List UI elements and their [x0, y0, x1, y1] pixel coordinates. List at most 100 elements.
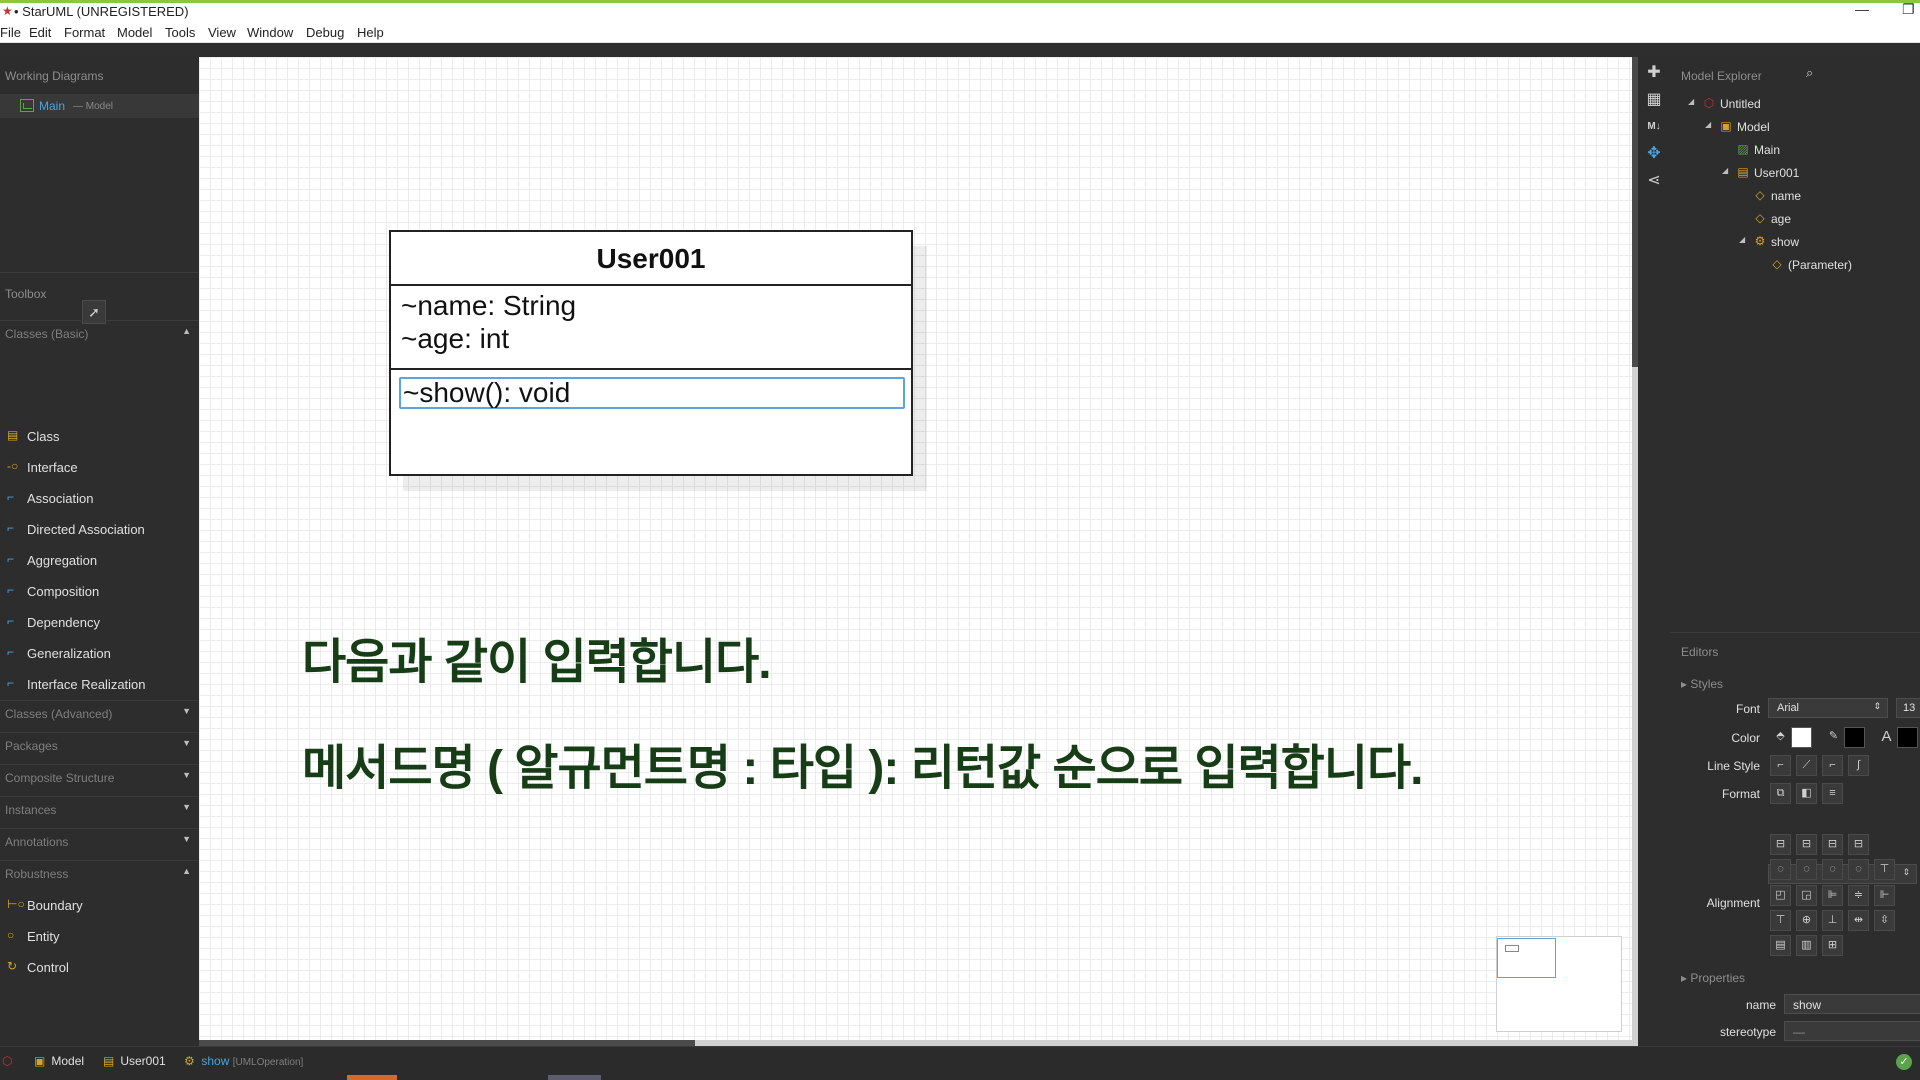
property-name-input[interactable]: show [1784, 994, 1920, 1014]
fill-color-swatch[interactable] [1791, 727, 1812, 748]
diagram-canvas[interactable] [199, 57, 1632, 1046]
show-namespace-icon[interactable]: ◌ [1796, 859, 1817, 880]
tool-association[interactable]: ⌐ Association [0, 486, 199, 510]
toolbox-section-composite-structure[interactable]: Composite Structure ▼ [0, 764, 199, 790]
suppress-attributes-icon[interactable]: ⊟ [1770, 834, 1791, 855]
toolbox-section-robustness[interactable]: Robustness ▲ [0, 860, 199, 886]
menu-debug[interactable]: Debug [306, 25, 344, 40]
tree-label: (Parameter) [1788, 258, 1853, 272]
menu-file[interactable]: File [0, 25, 21, 40]
bring-to-front-icon[interactable]: ◰ [1770, 885, 1791, 906]
toolbox-section-classes-basic[interactable]: Classes (Basic) ▲ [0, 320, 199, 346]
attribute-name[interactable]: ~name: String [401, 290, 576, 322]
tool-interface[interactable]: -○ Interface [0, 455, 199, 479]
line-style-oblique-icon[interactable]: ⟋ [1796, 755, 1817, 776]
align-center-icon[interactable]: ≑ [1848, 885, 1869, 906]
font-color-swatch[interactable] [1897, 727, 1918, 748]
working-diagram-item-main[interactable]: Main — Model [0, 94, 199, 118]
operation-inline-editor[interactable]: ~show(): void [399, 377, 905, 409]
palette-icon[interactable]: ▦ [1644, 90, 1664, 110]
breadcrumb-user001[interactable]: ▤ User001 [103, 1054, 166, 1068]
line-color-icon[interactable]: ✎ [1823, 727, 1844, 748]
property-stereotype-input[interactable]: — [1784, 1021, 1920, 1041]
tool-interface-realization[interactable]: ⌐ Interface Realization [0, 672, 199, 696]
show-type-icon[interactable]: ◌ [1848, 859, 1869, 880]
menu-model[interactable]: Model [117, 25, 152, 40]
suppress-literals-icon[interactable]: ⊟ [1848, 834, 1869, 855]
styles-group-toggle[interactable]: ▸ Styles [1681, 677, 1723, 691]
align-middle-icon[interactable]: ⊕ [1796, 910, 1817, 931]
font-size-input[interactable]: 13 [1896, 698, 1920, 718]
word-wrap-icon[interactable]: ≡ [1822, 783, 1843, 804]
toolbox-section-packages[interactable]: Packages ▼ [0, 732, 199, 758]
send-to-back-icon[interactable]: ◲ [1796, 885, 1817, 906]
menu-help[interactable]: Help [357, 25, 384, 40]
font-family-select[interactable]: Arial ⇕ [1768, 698, 1888, 718]
tree-expand-icon[interactable]: ◢ [1688, 97, 1694, 106]
fill-color-icon[interactable]: ⬘ [1770, 727, 1791, 748]
check-icon[interactable]: ✓ [1896, 1054, 1912, 1070]
model-explorer-search[interactable]: ⌕ [1806, 65, 1920, 85]
toolbox-section-annotations[interactable]: Annotations ▼ [0, 828, 199, 854]
set-height-equally-icon[interactable]: ▥ [1796, 935, 1817, 956]
tree-expand-icon[interactable]: ◢ [1705, 120, 1711, 129]
line-color-swatch[interactable] [1844, 727, 1865, 748]
class-name-compartment[interactable]: User001 [391, 232, 911, 286]
align-top-icon[interactable]: ⊤ [1770, 910, 1791, 931]
suppress-operations-icon[interactable]: ⊟ [1796, 834, 1817, 855]
menu-view[interactable]: View [208, 25, 236, 40]
restore-button[interactable]: ❐ [1902, 1, 1915, 18]
font-color-icon[interactable]: A [1876, 727, 1897, 748]
breadcrumb-show[interactable]: ⚙ show [UMLOperation] [184, 1054, 303, 1068]
tool-entity[interactable]: ○ Entity [0, 924, 199, 948]
tool-composition[interactable]: ⌐ Composition [0, 579, 199, 603]
error-icon[interactable]: ⬡ [2, 1054, 16, 1068]
show-visibility-icon[interactable]: ◌ [1770, 859, 1791, 880]
tree-expand-icon[interactable]: ◢ [1739, 235, 1745, 244]
toolbox-section-classes-advanced[interactable]: Classes (Advanced) ▼ [0, 700, 199, 726]
suppress-receptions-icon[interactable]: ⊟ [1822, 834, 1843, 855]
align-right-icon[interactable]: ⊩ [1874, 885, 1895, 906]
tree-expand-icon[interactable]: ◢ [1722, 166, 1728, 175]
set-size-equally-icon[interactable]: ⊞ [1822, 935, 1843, 956]
panel-divider [0, 272, 199, 273]
tool-directed-association[interactable]: ⌐ Directed Association [0, 517, 199, 541]
attribute-age[interactable]: ~age: int [401, 323, 509, 355]
tool-class[interactable]: ▤ Class [0, 424, 199, 448]
menu-format[interactable]: Format [64, 25, 105, 40]
show-multiplicity-icon[interactable]: ⊤ [1874, 859, 1895, 880]
line-style-curve-icon[interactable]: ∫ [1848, 755, 1869, 776]
diagram-minimap[interactable] [1496, 936, 1622, 1032]
navigate-icon[interactable]: ✥ [1644, 144, 1664, 164]
auto-resize-icon[interactable]: ⧉ [1770, 783, 1791, 804]
space-equally-vertically-icon[interactable]: ⇳ [1874, 910, 1895, 931]
space-equally-horizontally-icon[interactable]: ⇹ [1848, 910, 1869, 931]
shadow-icon[interactable]: ◧ [1796, 783, 1817, 804]
extensions-icon[interactable]: ✚ [1644, 63, 1664, 83]
uml-class-user001[interactable]: User001 ~name: String ~age: int ~show():… [389, 230, 913, 476]
tool-control[interactable]: ↻ Control [0, 955, 199, 979]
menu-window[interactable]: Window [247, 25, 293, 40]
breadcrumb-model[interactable]: ▣ Model [34, 1054, 84, 1068]
minimap-viewport[interactable] [1497, 938, 1556, 978]
tool-aggregation[interactable]: ⌐ Aggregation [0, 548, 199, 572]
minimize-button[interactable]: — [1855, 1, 1869, 17]
set-width-equally-icon[interactable]: ▤ [1770, 935, 1791, 956]
tool-boundary[interactable]: ⊢○ Boundary [0, 893, 199, 917]
tool-generalization[interactable]: ⌐ Generalization [0, 641, 199, 665]
tool-dependency[interactable]: ⌐ Dependency [0, 610, 199, 634]
composition-icon: ⌐ [7, 583, 15, 597]
attribute-compartment[interactable]: ~name: String ~age: int [391, 286, 911, 370]
menu-tools[interactable]: Tools [165, 25, 195, 40]
expand-arrow-icon: ▼ [182, 706, 191, 716]
share-icon[interactable]: ⋖ [1644, 171, 1664, 191]
toolbox-section-instances[interactable]: Instances ▼ [0, 796, 199, 822]
line-style-rectilinear-icon[interactable]: ⌐ [1770, 755, 1791, 776]
align-left-icon[interactable]: ⊫ [1822, 885, 1843, 906]
align-bottom-icon[interactable]: ⊥ [1822, 910, 1843, 931]
properties-group-toggle[interactable]: ▸ Properties [1681, 971, 1745, 985]
menu-edit[interactable]: Edit [29, 25, 51, 40]
show-property-icon[interactable]: ◌ [1822, 859, 1843, 880]
markdown-icon[interactable]: M↓ [1644, 117, 1664, 137]
line-style-rounded-icon[interactable]: ⌐ [1822, 755, 1843, 776]
